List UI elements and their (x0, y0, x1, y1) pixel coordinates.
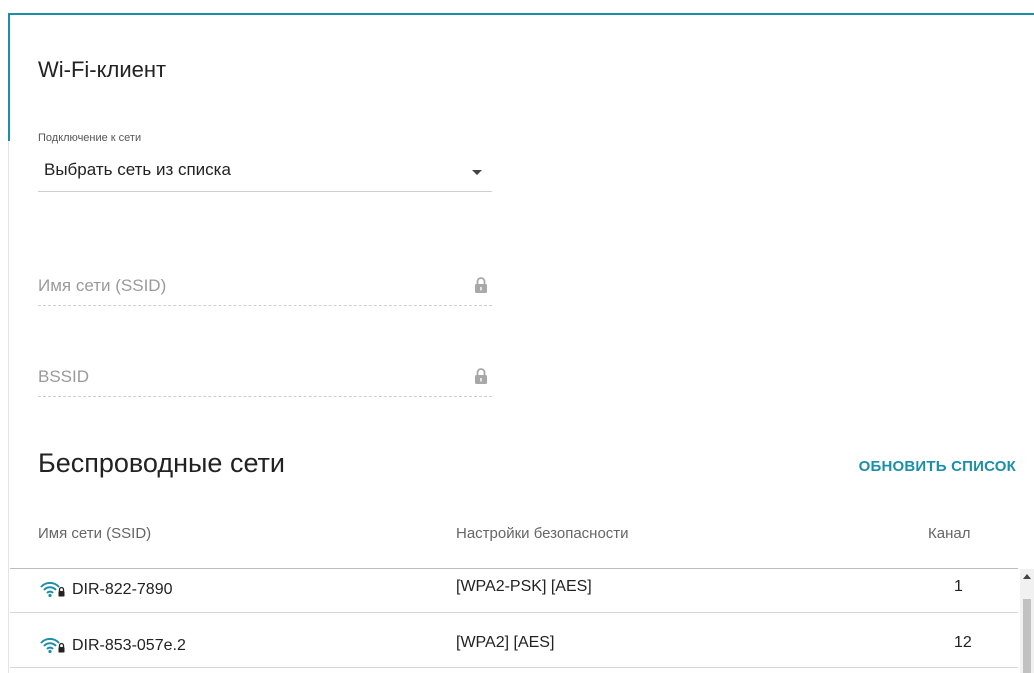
network-channel: 12 (954, 634, 972, 651)
network-ssid-cell: DIR-822-7890 (40, 581, 173, 599)
wireless-networks-title: Беспроводные сети (38, 448, 286, 478)
network-security: [WPA2] [AES] (456, 634, 555, 651)
lock-icon (475, 277, 487, 293)
ssid-placeholder: Имя сети (SSID) (38, 276, 167, 295)
column-header-ssid[interactable]: Имя сети (SSID) (38, 525, 151, 542)
table-scrollbar[interactable] (1020, 569, 1034, 673)
wifi-secured-icon (40, 582, 65, 598)
network-channel: 1 (954, 578, 963, 595)
network-security: [WPA2-PSK] [AES] (456, 578, 592, 595)
scrollbar-thumb[interactable] (1023, 599, 1031, 673)
table-row[interactable]: DIR-822-7890 [WPA2-PSK] [AES] 1 (10, 569, 1018, 613)
ssid-field: Имя сети (SSID) (38, 268, 492, 306)
connection-select-value: Выбрать сеть из списка (44, 160, 231, 179)
network-ssid: DIR-853-057e.2 (72, 637, 186, 654)
lock-icon (475, 368, 487, 384)
table-row[interactable]: DIR-853-057e.2 [WPA2] [AES] 12 (10, 613, 1018, 668)
chevron-down-icon (472, 170, 482, 175)
scroll-up-arrow-icon[interactable] (1023, 574, 1031, 579)
panel-left-accent (8, 13, 10, 141)
refresh-list-button[interactable]: ОБНОВИТЬ СПИСОК (859, 458, 1016, 475)
connection-select[interactable]: Выбрать сеть из списка (38, 150, 492, 192)
bssid-placeholder: BSSID (38, 367, 90, 386)
column-header-channel[interactable]: Канал (928, 525, 970, 542)
section-title: Wi-Fi-клиент (38, 57, 167, 82)
network-ssid: DIR-822-7890 (72, 581, 173, 598)
bssid-field: BSSID (38, 359, 492, 397)
column-header-security[interactable]: Настройки безопасности (456, 525, 629, 542)
panel-left-border (8, 141, 9, 673)
connection-label: Подключение к сети (38, 132, 142, 144)
network-ssid-cell: DIR-853-057e.2 (40, 637, 186, 655)
wifi-secured-icon (40, 638, 65, 654)
panel-top-border (8, 13, 1034, 15)
